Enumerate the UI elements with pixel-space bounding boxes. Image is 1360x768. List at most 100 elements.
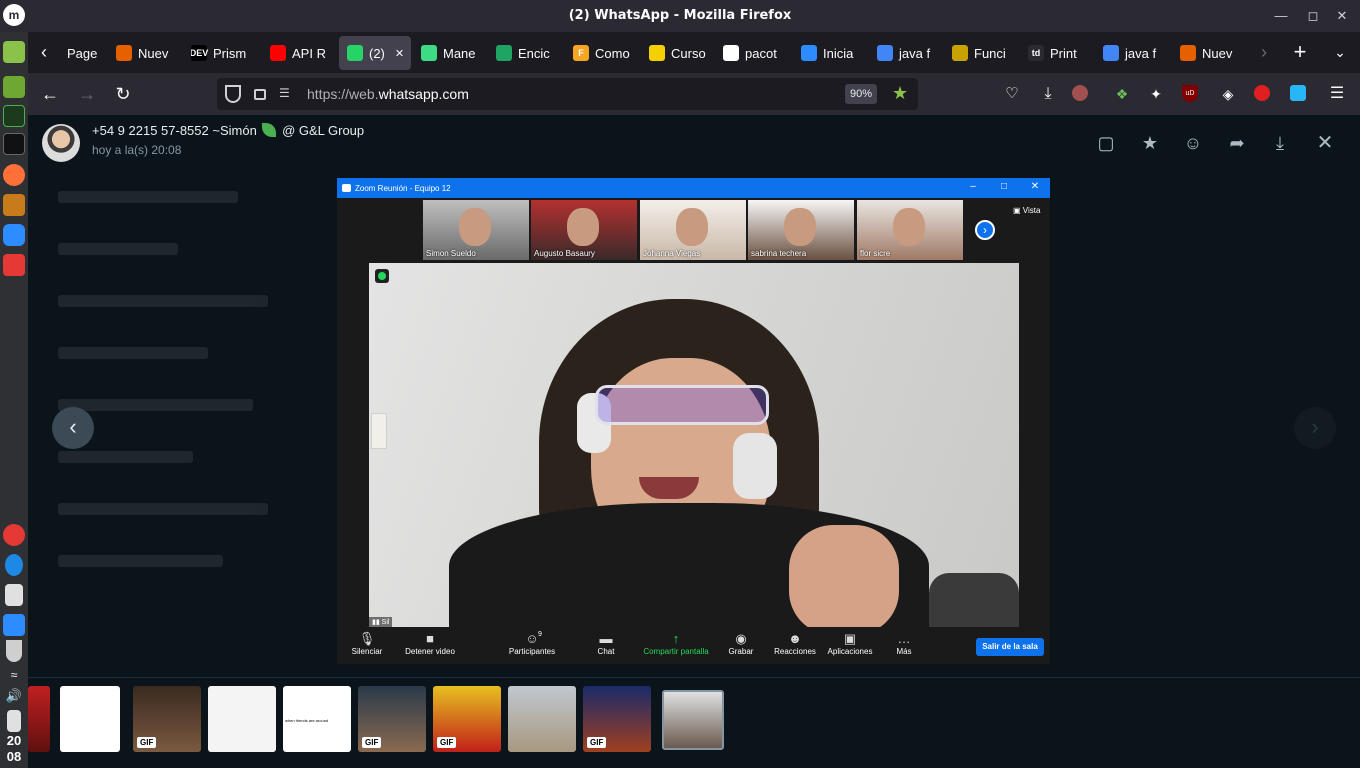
- tab-label: Curso: [671, 45, 706, 61]
- media-thumbnail[interactable]: [60, 686, 120, 752]
- extension-leaf-icon[interactable]: ❖: [1110, 82, 1134, 106]
- tab-12[interactable]: Funci: [952, 36, 1026, 70]
- ublock-icon[interactable]: uD: [1182, 85, 1198, 102]
- tab-11[interactable]: java f: [877, 36, 949, 70]
- files-icon[interactable]: [3, 41, 25, 63]
- sender-name[interactable]: +54 9 2215 57-8552 ~Simón @ G&L Group: [92, 123, 364, 138]
- lock-icon[interactable]: [254, 89, 266, 100]
- folder-icon[interactable]: [3, 76, 25, 98]
- maximize-button[interactable]: ◻: [1302, 6, 1324, 26]
- media-thumbnail[interactable]: GIF: [583, 686, 651, 752]
- tab-13[interactable]: td Print: [1028, 36, 1102, 70]
- forward-icon[interactable]: ➦: [1225, 131, 1249, 155]
- media-thumbnail[interactable]: when friends are around: [283, 686, 351, 752]
- glasses-icon[interactable]: [3, 254, 25, 276]
- volume-icon[interactable]: 🔊: [3, 688, 25, 710]
- participant-name: Augusto Basaury: [534, 249, 595, 258]
- participant-name: sabrina techera: [751, 249, 807, 258]
- terminal-icon[interactable]: [3, 133, 25, 155]
- bluetooth-icon[interactable]: [5, 554, 23, 576]
- app-menu-icon[interactable]: ☰: [1325, 82, 1349, 106]
- media-thumbnail-partial[interactable]: [28, 686, 50, 752]
- tabs-scroll-right-icon[interactable]: ›: [1252, 40, 1276, 64]
- firefox-dock-icon[interactable]: [3, 164, 25, 186]
- timer-icon[interactable]: [3, 524, 25, 546]
- tracking-protection-icon[interactable]: [225, 85, 241, 103]
- toolbar-participants: ☺ Participantes 9: [497, 631, 567, 656]
- new-tab-button[interactable]: +: [1288, 40, 1312, 64]
- url-bar[interactable]: ☰ https://web.whatsapp.com 90% ★: [217, 78, 918, 110]
- minimize-button[interactable]: —: [1270, 6, 1292, 26]
- selected-media-thumbnail[interactable]: [662, 690, 724, 750]
- go-to-message-icon[interactable]: ▢: [1094, 131, 1118, 155]
- firefox-icon: [116, 45, 132, 61]
- close-tab-icon[interactable]: ✕: [395, 47, 404, 60]
- tab-7[interactable]: F Como: [573, 36, 647, 70]
- tab-8[interactable]: Curso: [649, 36, 721, 70]
- shield-icon[interactable]: [6, 640, 22, 662]
- media-thumbnail[interactable]: [508, 686, 576, 752]
- view-toggle: ▣ Vista: [1013, 206, 1041, 215]
- tab-3[interactable]: API R: [270, 36, 336, 70]
- media-thumbnail[interactable]: GIF: [133, 686, 201, 752]
- toolbar-label: Más: [896, 647, 912, 656]
- participant-name: Johanna Viegas: [643, 249, 701, 258]
- zoom-toolbar: 🎙 Silenciar ■ Detener video ☺ Participantes 9 ▬…: [337, 627, 1050, 664]
- url-text[interactable]: https://web.whatsapp.com: [307, 86, 469, 102]
- tab-4[interactable]: (2) ✕: [339, 36, 411, 70]
- zoom-tray-icon[interactable]: [3, 614, 25, 636]
- tabs-scroll-left-icon[interactable]: ‹: [32, 40, 56, 64]
- clipboard-icon[interactable]: [7, 710, 21, 732]
- extension-screenshot-icon[interactable]: [1290, 85, 1306, 101]
- dropbox-icon[interactable]: [5, 584, 23, 606]
- tab-list-icon[interactable]: ⌄: [1328, 40, 1352, 64]
- extension-lock-icon[interactable]: [1254, 85, 1270, 101]
- tab-2[interactable]: DEV Prism: [191, 36, 267, 70]
- gif-badge: GIF: [437, 737, 457, 748]
- app-grid-icon[interactable]: [3, 194, 25, 216]
- tab-5[interactable]: Mane: [421, 36, 493, 70]
- permissions-icon[interactable]: ☰: [279, 86, 290, 100]
- zoom-level-badge[interactable]: 90%: [845, 84, 877, 104]
- diamond-icon: [421, 45, 437, 61]
- tab-1[interactable]: Nuev: [116, 36, 188, 70]
- tab-9[interactable]: pacot: [723, 36, 797, 70]
- participant-face: [784, 208, 816, 246]
- url-domain: whatsapp.com: [378, 86, 469, 102]
- back-button[interactable]: ←: [38, 82, 62, 106]
- clock[interactable]: 20 08: [0, 733, 28, 765]
- tab-14[interactable]: java f: [1103, 36, 1175, 70]
- tab-6[interactable]: Encic: [496, 36, 570, 70]
- zoom-close-icon: ✕: [1030, 181, 1040, 192]
- profile-extension-icon[interactable]: [1072, 85, 1088, 101]
- next-media-button[interactable]: ›: [1294, 407, 1336, 449]
- participant-face: [459, 208, 491, 246]
- zoom-window-image: Zoom Reunión - Equipo 12 – □ ✕ Simon Sue…: [337, 178, 1050, 664]
- participant-face: [893, 208, 925, 246]
- tab-10[interactable]: Inicia: [801, 36, 875, 70]
- media-thumbnail[interactable]: [208, 686, 276, 752]
- sender-number: +54 9 2215 57-8552 ~Simón: [92, 123, 257, 138]
- bookmark-star-icon[interactable]: ★: [892, 83, 908, 104]
- media-thumbnail[interactable]: GIF: [433, 686, 501, 752]
- download-icon[interactable]: ⤓: [1268, 131, 1292, 155]
- media-thumbnail[interactable]: GIF: [358, 686, 426, 752]
- downloads-icon[interactable]: ⤓: [1036, 82, 1060, 106]
- forward-button[interactable]: →: [75, 82, 99, 106]
- close-window-button[interactable]: ✕: [1331, 6, 1353, 26]
- previous-media-button[interactable]: ‹: [52, 407, 94, 449]
- wifi-icon[interactable]: ≈: [3, 668, 25, 690]
- extension-puzzle-icon[interactable]: ✦: [1144, 82, 1168, 106]
- sender-avatar[interactable]: [42, 124, 80, 162]
- zoom-dock-icon[interactable]: [3, 224, 25, 246]
- close-viewer-icon[interactable]: ✕: [1313, 131, 1337, 155]
- react-emoji-icon[interactable]: ☺: [1181, 131, 1205, 155]
- system-monitor-icon[interactable]: [3, 105, 25, 127]
- tab-15[interactable]: Nuev: [1180, 36, 1252, 70]
- pocket-icon[interactable]: ♡: [1000, 82, 1024, 106]
- reload-button[interactable]: ↻: [111, 82, 135, 106]
- tab-0[interactable]: Page: [61, 36, 113, 70]
- star-message-icon[interactable]: ★: [1138, 131, 1162, 155]
- extension-ghost-icon[interactable]: ◈: [1216, 82, 1240, 106]
- speaker-glasses: [595, 385, 769, 425]
